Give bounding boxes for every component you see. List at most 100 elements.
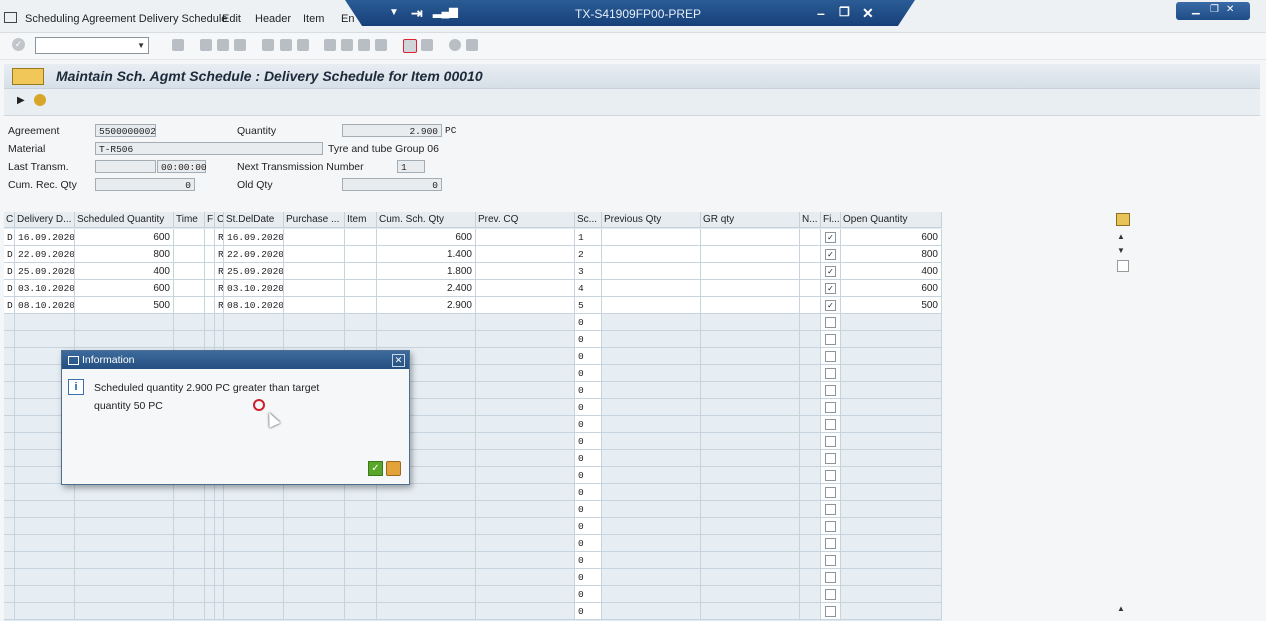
table-cell[interactable] xyxy=(800,433,821,450)
table-cell[interactable] xyxy=(75,569,174,586)
table-cell[interactable] xyxy=(476,569,575,586)
table-row[interactable]: 0 xyxy=(4,484,942,501)
table-cell[interactable] xyxy=(4,416,15,433)
table-cell[interactable]: D xyxy=(4,263,15,280)
table-cell[interactable] xyxy=(602,263,701,280)
table-cell[interactable] xyxy=(205,280,215,297)
table-cell[interactable] xyxy=(15,331,75,348)
table-cell[interactable] xyxy=(821,586,841,603)
table-cell[interactable] xyxy=(345,263,377,280)
table-cell[interactable] xyxy=(205,501,215,518)
table-cell[interactable] xyxy=(602,535,701,552)
column-header[interactable]: Delivery D... xyxy=(15,212,75,228)
column-header[interactable]: Cum. Sch. Qty xyxy=(377,212,476,228)
table-cell[interactable] xyxy=(345,518,377,535)
table-cell[interactable] xyxy=(821,348,841,365)
table-cell[interactable] xyxy=(821,467,841,484)
table-cell[interactable] xyxy=(841,467,942,484)
help-icon[interactable] xyxy=(449,39,461,51)
table-cell[interactable] xyxy=(205,246,215,263)
find-next-icon[interactable] xyxy=(297,39,309,51)
table-cell[interactable] xyxy=(174,263,205,280)
table-cell[interactable] xyxy=(4,603,15,620)
column-header[interactable]: Fi... xyxy=(821,212,841,228)
checkmark-icon[interactable]: ✓ xyxy=(12,38,25,51)
table-cell[interactable]: 1.400 xyxy=(377,246,476,263)
table-cell[interactable] xyxy=(377,314,476,331)
table-cell[interactable] xyxy=(284,331,345,348)
table-cell[interactable] xyxy=(841,552,942,569)
table-cell[interactable] xyxy=(602,246,701,263)
table-cell[interactable] xyxy=(215,331,224,348)
table-cell[interactable] xyxy=(701,586,800,603)
table-cell[interactable] xyxy=(215,569,224,586)
table-cell[interactable] xyxy=(602,314,701,331)
table-cell[interactable] xyxy=(224,518,284,535)
table-cell[interactable]: 0 xyxy=(575,518,602,535)
table-cell[interactable]: 600 xyxy=(841,280,942,297)
table-cell[interactable] xyxy=(821,365,841,382)
table-row[interactable]: D 08.10.2020 500 R 08.10.2020 2.900 5 ✓ 500 xyxy=(4,297,942,314)
table-row[interactable]: D 25.09.2020 400 R 25.09.2020 1.800 3 ✓ 400 xyxy=(4,263,942,280)
print-icon[interactable] xyxy=(262,39,274,51)
table-cell[interactable] xyxy=(345,535,377,552)
table-cell[interactable] xyxy=(476,501,575,518)
pin-icon[interactable]: ⇥ xyxy=(411,5,423,22)
fixed-checkbox[interactable] xyxy=(825,385,836,396)
table-settings-icon[interactable] xyxy=(1116,213,1130,226)
table-cell[interactable] xyxy=(841,586,942,603)
scroll-up-icon[interactable]: ▲ xyxy=(1117,232,1125,241)
table-cell[interactable]: 2.900 xyxy=(377,297,476,314)
table-row[interactable]: 0 xyxy=(4,552,942,569)
table-cell[interactable]: 0 xyxy=(575,399,602,416)
table-cell[interactable]: 22.09.2020 xyxy=(15,246,75,263)
table-cell[interactable] xyxy=(476,246,575,263)
table-cell[interactable]: 600 xyxy=(75,280,174,297)
menu-item[interactable]: Item xyxy=(303,13,324,25)
table-cell[interactable] xyxy=(205,314,215,331)
table-cell[interactable] xyxy=(215,501,224,518)
table-cell[interactable] xyxy=(75,484,174,501)
table-row[interactable]: 0 xyxy=(4,535,942,552)
table-cell[interactable]: ✓ xyxy=(821,246,841,263)
table-cell[interactable]: 0 xyxy=(575,586,602,603)
table-cell[interactable] xyxy=(377,484,476,501)
table-cell[interactable] xyxy=(841,314,942,331)
table-cell[interactable] xyxy=(284,552,345,569)
table-cell[interactable] xyxy=(701,399,800,416)
table-cell[interactable]: 16.09.2020 xyxy=(15,229,75,246)
table-cell[interactable]: 800 xyxy=(841,246,942,263)
menu-edit[interactable]: Edit xyxy=(222,13,241,25)
table-cell[interactable] xyxy=(821,569,841,586)
table-cell[interactable] xyxy=(476,416,575,433)
table-cell[interactable] xyxy=(224,501,284,518)
table-cell[interactable] xyxy=(701,467,800,484)
table-cell[interactable] xyxy=(284,484,345,501)
table-cell[interactable] xyxy=(476,586,575,603)
table-cell[interactable]: 25.09.2020 xyxy=(224,263,284,280)
table-cell[interactable] xyxy=(174,331,205,348)
table-cell[interactable] xyxy=(205,569,215,586)
table-cell[interactable] xyxy=(15,535,75,552)
table-cell[interactable] xyxy=(701,603,800,620)
table-cell[interactable]: 500 xyxy=(75,297,174,314)
table-cell[interactable] xyxy=(701,246,800,263)
scroll-down-icon[interactable]: ▼ xyxy=(1117,246,1125,255)
table-cell[interactable] xyxy=(602,484,701,501)
table-cell[interactable] xyxy=(4,348,15,365)
table-cell[interactable] xyxy=(205,484,215,501)
table-cell[interactable]: 0 xyxy=(575,416,602,433)
command-field[interactable]: ▼ xyxy=(35,37,149,54)
shortcut-icon[interactable] xyxy=(421,39,433,51)
table-cell[interactable] xyxy=(800,416,821,433)
table-cell[interactable] xyxy=(841,518,942,535)
table-cell[interactable] xyxy=(224,552,284,569)
table-cell[interactable] xyxy=(224,535,284,552)
table-cell[interactable] xyxy=(800,552,821,569)
table-cell[interactable] xyxy=(4,535,15,552)
table-cell[interactable] xyxy=(284,501,345,518)
fixed-checkbox[interactable] xyxy=(825,402,836,413)
table-cell[interactable] xyxy=(205,586,215,603)
table-cell[interactable] xyxy=(4,586,15,603)
table-cell[interactable] xyxy=(345,484,377,501)
